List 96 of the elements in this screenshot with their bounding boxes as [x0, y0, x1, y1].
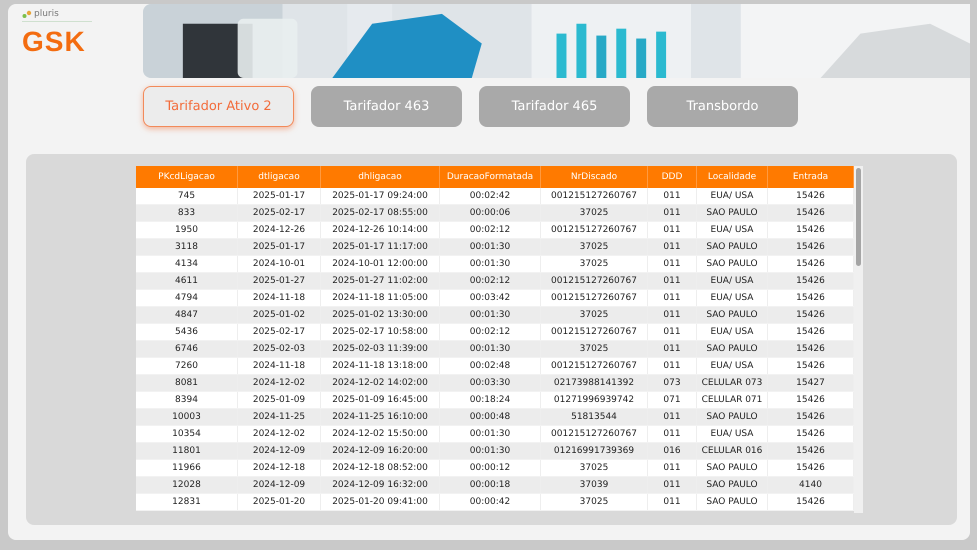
table-cell: CELULAR 073: [696, 374, 768, 392]
table-cell: 011: [648, 272, 696, 290]
table-cell: 12831: [136, 494, 238, 510]
table-cell: 00:01:30: [440, 238, 540, 256]
table-cell: 011: [648, 306, 696, 324]
table-cell: 2025-01-02: [238, 306, 320, 324]
table-cell: 2025-01-17: [238, 238, 320, 256]
table-cell: 00:00:18: [440, 476, 540, 494]
table-cell: 00:02:12: [440, 272, 540, 290]
table-cell: 011: [648, 204, 696, 222]
table-cell: 2024-11-25: [238, 408, 320, 426]
company-logo: GSK: [22, 26, 87, 58]
table-cell: SAO PAULO: [696, 204, 768, 222]
scrollbar[interactable]: [854, 166, 863, 513]
table-cell: 37039: [540, 476, 648, 494]
table-cell: SAO PAULO: [696, 340, 768, 358]
table-cell: 4847: [136, 306, 238, 324]
table-cell: 15426: [768, 340, 854, 358]
column-header[interactable]: DuracaoFormatada: [440, 166, 540, 188]
report-tab[interactable]: Tarifador 465: [479, 86, 630, 127]
table-cell: 15426: [768, 408, 854, 426]
column-header[interactable]: NrDiscado: [540, 166, 648, 188]
report-tab[interactable]: Transbordo: [647, 86, 798, 127]
table-cell: 016: [648, 442, 696, 460]
column-header[interactable]: Entrada: [768, 166, 854, 188]
table-cell: 15426: [768, 204, 854, 222]
table-cell: 2025-02-17 08:55:00: [320, 204, 440, 222]
table-cell: 15426: [768, 238, 854, 256]
table-cell: 15426: [768, 272, 854, 290]
table-cell: 6746: [136, 340, 238, 358]
table-cell: 2025-01-27 11:02:00: [320, 272, 440, 290]
table-cell: 10003: [136, 408, 238, 426]
table-cell: 37025: [540, 340, 648, 358]
table-cell: 37025: [540, 204, 648, 222]
table-cell: 37025: [540, 306, 648, 324]
table-cell: 011: [648, 408, 696, 426]
table-cell: SAO PAULO: [696, 306, 768, 324]
column-header[interactable]: dtligacao: [238, 166, 320, 188]
table-cell: 15426: [768, 442, 854, 460]
table-cell: 833: [136, 204, 238, 222]
report-tab[interactable]: Tarifador 463: [311, 86, 462, 127]
column-header[interactable]: DDD: [648, 166, 696, 188]
table-cell: 00:00:42: [440, 494, 540, 510]
table-cell: 00:03:30: [440, 374, 540, 392]
column-header[interactable]: PKcdLigacao: [136, 166, 238, 188]
table-cell: 2024-12-02 14:02:00: [320, 374, 440, 392]
table-cell: 01216991739369: [540, 442, 648, 460]
table-cell: 001215127260767: [540, 272, 648, 290]
table-cell: 15426: [768, 306, 854, 324]
table-cell: 51813544: [540, 408, 648, 426]
dots-icon: [22, 10, 32, 18]
column-header[interactable]: Localidade: [696, 166, 768, 188]
table-cell: EUA/ USA: [696, 272, 768, 290]
table-cell: SAO PAULO: [696, 476, 768, 494]
table-cell: 073: [648, 374, 696, 392]
table-cell: 15427: [768, 374, 854, 392]
table-cell: 37025: [540, 238, 648, 256]
table-cell: 2025-01-02 13:30:00: [320, 306, 440, 324]
table-cell: 37025: [540, 494, 648, 510]
table-cell: 2024-12-09 16:32:00: [320, 476, 440, 494]
table-cell: 011: [648, 494, 696, 510]
table-cell: 00:01:30: [440, 340, 540, 358]
table-cell: 2024-11-25 16:10:00: [320, 408, 440, 426]
table-cell: 3118: [136, 238, 238, 256]
table-cell: 4611: [136, 272, 238, 290]
table-cell: 2025-02-03 11:39:00: [320, 340, 440, 358]
table-cell: 2025-01-27: [238, 272, 320, 290]
table-cell: 2024-12-02: [238, 374, 320, 392]
table-cell: 2025-02-17: [238, 204, 320, 222]
column-header[interactable]: dhligacao: [320, 166, 440, 188]
table-cell: 02173988141392: [540, 374, 648, 392]
table-cell: 011: [648, 476, 696, 494]
table-cell: 2025-02-03: [238, 340, 320, 358]
table-cell: 00:00:48: [440, 408, 540, 426]
partner-logo: pluris: [34, 9, 59, 19]
table-cell: 2024-12-09: [238, 476, 320, 494]
table-cell: 011: [648, 238, 696, 256]
table-cell: SAO PAULO: [696, 238, 768, 256]
table-cell: 12028: [136, 476, 238, 494]
table-cell: SAO PAULO: [696, 408, 768, 426]
table-cell: SAO PAULO: [696, 494, 768, 510]
table-cell: 00:00:06: [440, 204, 540, 222]
table-cell: 011: [648, 340, 696, 358]
table-cell: 2024-12-09: [238, 442, 320, 460]
table-cell: 2025-01-20 09:41:00: [320, 494, 440, 510]
table-cell: 8081: [136, 374, 238, 392]
table-cell: 4140: [768, 476, 854, 494]
table-cell: 2025-01-20: [238, 494, 320, 510]
table-cell: 00:01:30: [440, 442, 540, 460]
table-cell: 2024-12-09 16:20:00: [320, 442, 440, 460]
table-cell: 00:01:30: [440, 306, 540, 324]
table-cell: 11801: [136, 442, 238, 460]
report-tab[interactable]: Tarifador Ativo 2: [143, 86, 294, 127]
table-cell: 2025-01-17 11:17:00: [320, 238, 440, 256]
table-cell: CELULAR 016: [696, 442, 768, 460]
table-cell: 15426: [768, 494, 854, 510]
